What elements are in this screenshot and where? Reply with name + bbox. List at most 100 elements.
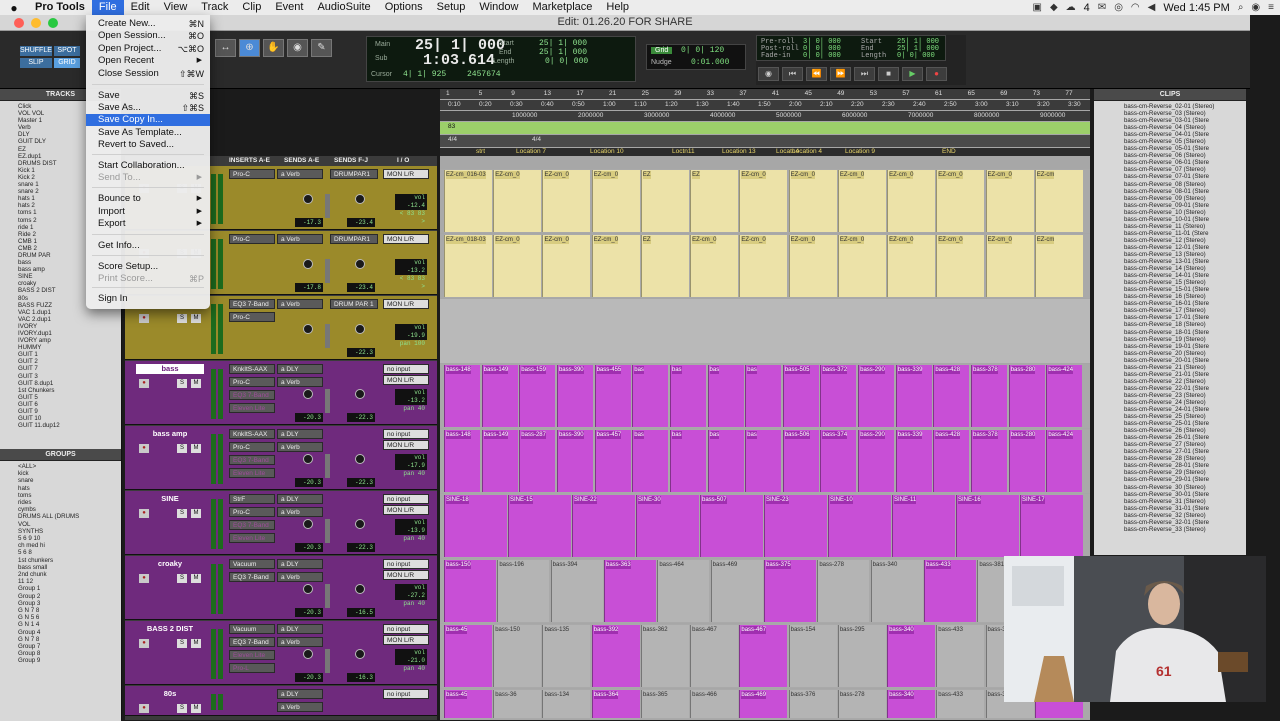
track-lane[interactable]: bass-45 bass-150 bass-135 bass-392 bass-362 b… bbox=[440, 624, 1090, 688]
track-lane[interactable]: EZ-cm_018-03 EZ-cm_0 EZ-cm_0 EZ-cm_0 EZ EZ-cm… bbox=[440, 234, 1090, 298]
audio-clip[interactable]: bass-424 bbox=[1046, 365, 1083, 427]
insert-slot[interactable]: EQ3 7-Band bbox=[229, 390, 275, 400]
volume-readout[interactable]: vol -19.9 pan 100 bbox=[395, 324, 427, 347]
menu-help[interactable]: Help bbox=[599, 0, 636, 15]
main-counter[interactable]: Main Sub Cursor 25| 1| 000 1:03.614 Star… bbox=[366, 36, 636, 82]
audio-clip[interactable]: bass-363 bbox=[604, 560, 656, 622]
audio-clip[interactable]: bass-196 bbox=[497, 560, 550, 622]
audio-clip[interactable]: bass-339 bbox=[895, 430, 932, 492]
clip-list-item[interactable]: bass-cm-Reverse_26 (Stereo) bbox=[1124, 427, 1246, 434]
mode-spot[interactable]: SPOT bbox=[53, 46, 80, 56]
solo-button[interactable]: S bbox=[177, 704, 187, 713]
send-fader[interactable] bbox=[325, 649, 330, 673]
clip-list-item[interactable]: bass-cm-Reverse_31 (Stereo) bbox=[1124, 498, 1246, 505]
clip-list-item[interactable]: bass-cm-Reverse_29 (Stereo) bbox=[1124, 469, 1246, 476]
apple-menu-icon[interactable]: ● bbox=[0, 1, 28, 15]
audio-clip[interactable]: bass-433 bbox=[924, 560, 976, 622]
group-list-item[interactable]: DRUMS ALL (DRUMS bbox=[18, 513, 121, 520]
audio-clip[interactable]: bas bbox=[707, 365, 744, 427]
audio-clip[interactable]: bas bbox=[632, 430, 669, 492]
rewind-icon[interactable]: ⏪ bbox=[806, 67, 827, 81]
track-lane[interactable] bbox=[440, 299, 1090, 363]
io-slot[interactable]: MON L/R bbox=[383, 570, 429, 580]
control-center-icon[interactable]: ≡ bbox=[1268, 2, 1274, 13]
play-icon[interactable]: ▶ bbox=[902, 67, 923, 81]
clip-list-item[interactable]: bass-cm-Reverse_07 (Stereo) bbox=[1124, 166, 1246, 173]
audio-clip[interactable]: bass-278 bbox=[837, 690, 886, 718]
audio-clip[interactable]: bass-148 bbox=[444, 430, 480, 492]
file-menu-item[interactable]: Import ▶ bbox=[86, 206, 210, 218]
send-fader[interactable] bbox=[325, 324, 330, 348]
track-name[interactable]: bass amp bbox=[136, 429, 204, 439]
audio-clip[interactable]: EZ-cm_0 bbox=[493, 235, 542, 297]
pan-knob[interactable] bbox=[355, 519, 365, 529]
file-menu-item[interactable]: Save ⌘S bbox=[86, 90, 210, 102]
audio-clip[interactable]: bass-148 bbox=[444, 365, 480, 427]
send-slot[interactable]: DRUMPAR1 bbox=[330, 169, 378, 179]
menu-edit[interactable]: Edit bbox=[124, 0, 157, 15]
bars-beats-ruler[interactable]: 1 5 9 13 17 21 25 29 33 37 41 45 49 53 57 61 65 69 73 77 bbox=[440, 89, 1090, 99]
audio-clip[interactable]: bass-364 bbox=[591, 690, 640, 718]
clip-list-item[interactable]: bass-cm-Reverse_25 (Stereo) bbox=[1124, 413, 1246, 420]
audio-clip[interactable]: bass-159 bbox=[519, 365, 556, 427]
t-length-value[interactable]: 0| 0| 000 bbox=[897, 52, 935, 60]
send-slot[interactable]: a Verb bbox=[277, 234, 323, 244]
clip-list-item[interactable]: bass-cm-Reverse_33 (Stereo) bbox=[1124, 526, 1246, 533]
clip-list-item[interactable]: bass-cm-Reverse_13-01 (Stere bbox=[1124, 258, 1246, 265]
file-menu-item[interactable]: Save As... ⇧⌘S bbox=[86, 102, 210, 114]
track-name[interactable]: bass bbox=[136, 364, 204, 374]
audio-clip[interactable]: bass-455 bbox=[594, 365, 631, 427]
audio-clip[interactable]: bass-428 bbox=[933, 430, 970, 492]
io-slot[interactable]: MON L/R bbox=[383, 299, 429, 309]
io-slot[interactable]: MON L/R bbox=[383, 234, 429, 244]
track-list-item[interactable]: GUIT 10 bbox=[18, 415, 121, 422]
audio-clip[interactable]: EZ-cm_0 bbox=[493, 170, 542, 232]
io-slot[interactable]: MON L/R bbox=[383, 635, 429, 645]
solo-button[interactable]: S bbox=[177, 639, 187, 648]
track-lane[interactable]: SINE-18 SINE-15 SINE-22 SINE-30 bass-507 SINE… bbox=[440, 494, 1090, 558]
audio-clip[interactable]: bass-390 bbox=[556, 430, 593, 492]
cast-icon[interactable]: ▣ bbox=[1033, 2, 1042, 13]
menu-window[interactable]: Window bbox=[472, 0, 525, 15]
group-list-item[interactable]: Group 4 bbox=[18, 629, 121, 636]
track-name[interactable]: croaky bbox=[136, 559, 204, 569]
io-slot[interactable]: MON L/R bbox=[383, 440, 429, 450]
insert-slot[interactable]: Pro-L bbox=[229, 663, 275, 673]
audio-clip[interactable]: bass-150 bbox=[444, 560, 496, 622]
insert-slot[interactable]: Vacuum bbox=[229, 559, 275, 569]
audio-clip[interactable]: bass-134 bbox=[542, 690, 591, 718]
audio-clip[interactable]: SINE-10 bbox=[828, 495, 891, 557]
group-list-item[interactable]: kick bbox=[18, 470, 121, 477]
audio-clip[interactable]: bass-278 bbox=[817, 560, 870, 622]
clip-list-item[interactable]: bass-cm-Reverse_02-01 (Stereo) bbox=[1124, 103, 1246, 110]
track-name[interactable]: 80s bbox=[136, 689, 204, 699]
group-list-item[interactable]: VOL bbox=[18, 521, 121, 528]
notification-icon[interactable]: ◎ bbox=[1114, 2, 1123, 13]
clip-list-item[interactable]: bass-cm-Reverse_09-01 (Stere bbox=[1124, 202, 1246, 209]
marker[interactable]: END bbox=[942, 148, 956, 156]
clip-list-item[interactable]: bass-cm-Reverse_20 (Stereo) bbox=[1124, 350, 1246, 357]
audio-clip[interactable]: bass-290 bbox=[858, 430, 895, 492]
spotlight-icon[interactable]: ⌕ bbox=[1238, 2, 1244, 13]
audio-clip[interactable]: EZ-cm_0 bbox=[690, 235, 739, 297]
audio-clip[interactable]: bass-149 bbox=[481, 430, 518, 492]
send-slot[interactable]: a Verb bbox=[277, 377, 323, 387]
mode-slip[interactable]: SLIP bbox=[20, 58, 52, 68]
clip-list-item[interactable]: bass-cm-Reverse_12-01 (Stere bbox=[1124, 244, 1246, 251]
zoomer-tool-icon[interactable]: ↔ bbox=[215, 39, 236, 57]
audio-clip[interactable]: SINE-30 bbox=[636, 495, 699, 557]
clip-list-item[interactable]: bass-cm-Reverse_04 (Stereo) bbox=[1124, 124, 1246, 131]
io-slot[interactable]: no input bbox=[383, 494, 429, 504]
audio-clip[interactable]: EZ-cm_0 bbox=[936, 235, 985, 297]
groups-header[interactable]: GROUPS bbox=[0, 449, 121, 461]
audio-clip[interactable]: EZ-cm_0 bbox=[542, 235, 591, 297]
send-slot[interactable]: a Verb bbox=[277, 169, 323, 179]
clip-list-item[interactable]: bass-cm-Reverse_16 (Stereo) bbox=[1124, 293, 1246, 300]
clip-list-item[interactable]: bass-cm-Reverse_12 (Stereo) bbox=[1124, 237, 1246, 244]
volume-readout[interactable]: vol -13.9 pan 40 bbox=[395, 519, 427, 542]
send-slot[interactable]: a DLY bbox=[277, 494, 323, 504]
track-name[interactable]: SINE bbox=[136, 494, 204, 504]
record-enable-button[interactable]: ● bbox=[139, 314, 149, 323]
io-slot[interactable]: no input bbox=[383, 689, 429, 699]
io-slot[interactable]: MON L/R bbox=[383, 169, 429, 179]
